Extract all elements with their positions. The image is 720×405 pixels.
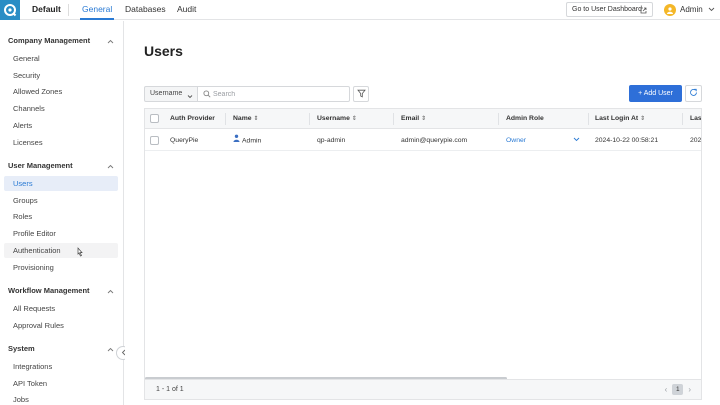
column-divider [682,113,683,125]
sidebar-item-authentication[interactable]: Authentication [4,243,118,258]
sidebar-item-licenses[interactable]: Licenses [4,135,118,150]
chevron-left-icon[interactable]: ‹ [665,385,668,394]
table-footer: 1 - 1 of 1 ‹ 1 › [144,380,702,400]
column-username-label: Username [317,115,350,122]
search-input[interactable] [213,88,343,100]
cell-last-login-at: 2024-10-22 00:58:21 [595,137,659,144]
sidebar-item-profile-editor[interactable]: Profile Editor [4,226,118,241]
cell-auth-provider: QueryPie [170,137,199,144]
sidebar-group-company-management[interactable]: Company Management [8,36,90,45]
users-table: Auth Provider Name ⇕ Username ⇕ Email ⇕ Adm… [144,108,702,380]
column-username[interactable]: Username ⇕ [317,109,357,129]
sidebar-item-all-requests[interactable]: All Requests [4,301,118,316]
user-name: Admin [680,5,703,14]
column-divider [309,113,310,125]
cell-name-text: Admin [242,137,262,145]
cell-name: Admin [233,130,261,151]
sidebar: Company Management General Security Allo… [0,21,124,405]
search-icon [203,90,211,100]
main-content: Users Username + Add User Auth Provider … [125,21,720,405]
column-divider [588,113,589,125]
user-menu[interactable]: Admin [664,2,715,17]
column-last-login-at[interactable]: Last Login At ⇕ [595,109,645,129]
sort-icon: ⇕ [253,116,259,122]
sidebar-item-jobs[interactable]: Jobs [4,392,118,405]
column-name-label: Name [233,115,252,122]
dashboard-button-label: Go to User Dashboard [572,6,643,13]
cell-username: qp-admin [317,137,346,144]
column-email-label: Email [401,115,420,122]
sort-icon: ⇕ [640,116,646,122]
filter-funnel-icon [356,89,366,100]
sidebar-item-users[interactable]: Users [4,176,118,191]
sidebar-item-provisioning[interactable]: Provisioning [4,260,118,275]
column-email[interactable]: Email ⇕ [401,109,426,129]
result-count: 1 - 1 of 1 [156,386,184,393]
project-name[interactable]: Default [30,0,63,20]
add-user-button[interactable]: + Add User [629,85,682,102]
search-box [197,86,350,102]
refresh-icon [689,88,698,99]
sidebar-item-roles[interactable]: Roles [4,209,118,224]
chevron-up-icon[interactable] [107,37,114,46]
page-title: Users [144,43,183,59]
go-to-user-dashboard-button[interactable]: Go to User Dashboard [566,2,653,17]
chevron-down-icon [708,5,715,14]
refresh-button[interactable] [685,85,702,102]
column-divider [393,113,394,125]
avatar [664,3,676,16]
chevron-up-icon[interactable] [107,287,114,296]
sidebar-item-approval-rules[interactable]: Approval Rules [4,318,118,333]
divider [68,4,69,16]
cell-last-partial: 202 [690,137,702,144]
table-header: Auth Provider Name ⇕ Username ⇕ Email ⇕ Adm… [145,109,701,129]
chevron-down-icon [187,91,193,105]
mouse-cursor-icon [76,247,84,259]
external-link-icon [640,6,647,19]
search-field-select[interactable]: Username [144,86,198,102]
column-admin-role[interactable]: Admin Role [506,109,544,129]
column-auth-provider[interactable]: Auth Provider [170,109,215,129]
row-checkbox[interactable] [150,136,159,145]
sidebar-item-security[interactable]: Security [4,68,118,83]
cell-email: admin@querypie.com [401,137,468,144]
sidebar-group-system[interactable]: System [8,344,35,353]
sidebar-item-allowed-zones[interactable]: Allowed Zones [4,84,118,99]
sidebar-item-channels[interactable]: Channels [4,101,118,116]
column-name[interactable]: Name ⇕ [233,109,259,129]
column-last-partial[interactable]: Last [690,109,701,129]
chevron-down-icon[interactable] [573,130,580,151]
tab-databases[interactable]: Databases [123,0,168,20]
search-field-selected: Username [150,90,183,97]
chevron-up-icon[interactable] [107,345,114,354]
sidebar-item-general[interactable]: General [4,51,118,66]
chevron-right-icon[interactable]: › [688,385,691,394]
admin-role-select[interactable]: Owner [506,130,526,151]
sidebar-group-workflow-management[interactable]: Workflow Management [8,286,90,295]
tab-general[interactable]: General [80,0,115,20]
querypie-logo-icon[interactable] [0,0,20,20]
page-number[interactable]: 1 [672,384,684,395]
top-navigation-bar: Default General Databases Audit Go to Us… [0,0,720,20]
column-divider [498,113,499,125]
user-icon [233,130,240,151]
sidebar-item-api-token[interactable]: API Token [4,376,118,391]
chevron-up-icon[interactable] [107,162,114,171]
sidebar-item-groups[interactable]: Groups [4,193,118,208]
sort-icon: ⇕ [421,116,427,122]
column-last-login-label: Last Login At [595,115,639,122]
filter-button[interactable] [353,86,369,102]
table-row[interactable]: QueryPie Admin qp-admin admin@querypie.c… [145,130,702,151]
sidebar-item-alerts[interactable]: Alerts [4,118,118,133]
column-divider [225,113,226,125]
pagination: ‹ 1 › [665,384,691,395]
sidebar-item-integrations[interactable]: Integrations [4,359,118,374]
sidebar-group-user-management[interactable]: User Management [8,161,73,170]
select-all-checkbox[interactable] [150,114,159,123]
sort-icon: ⇕ [351,116,357,122]
tab-audit[interactable]: Audit [175,0,198,20]
